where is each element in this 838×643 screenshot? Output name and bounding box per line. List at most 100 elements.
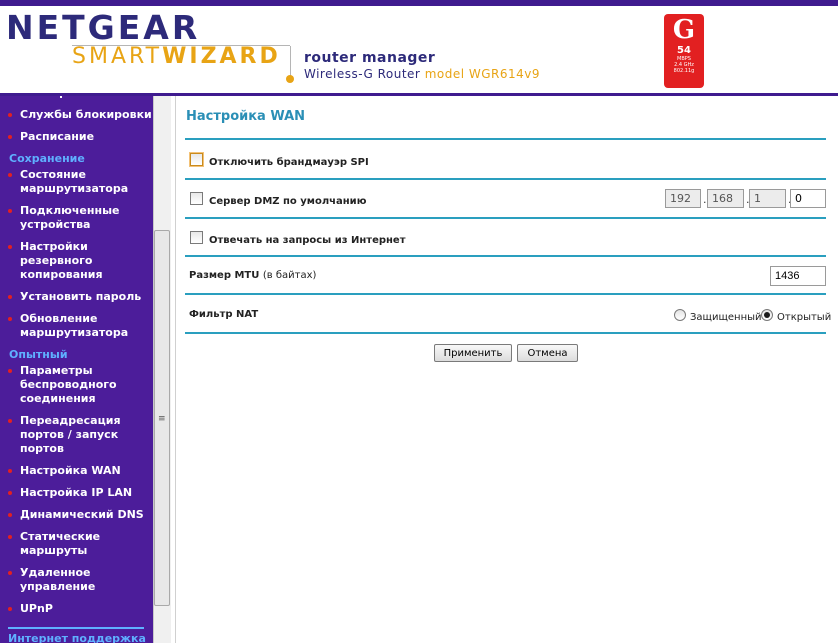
bullet-icon xyxy=(8,317,12,321)
separator xyxy=(185,178,826,180)
sidebar: Блокировка сайтов Службы блокировки Распис… xyxy=(0,96,171,643)
sidebar-item-label: Блокировка сайтов xyxy=(20,96,143,99)
router-model: Wireless-G Router model WGR614v9 xyxy=(304,67,540,81)
bullet-icon xyxy=(8,173,12,177)
bullet-icon xyxy=(8,209,12,213)
bullet-icon xyxy=(8,295,12,299)
sidebar-section: Сохранение xyxy=(0,152,152,166)
mtu-input[interactable] xyxy=(770,266,826,286)
dmz-ip-octet-3[interactable]: 1 xyxy=(749,189,786,208)
sidebar-footer-link[interactable]: Интернет поддержка xyxy=(8,632,146,643)
mtu-label: Размер MTU (в байтах) xyxy=(189,270,316,281)
badge-standard: 802.11g xyxy=(673,68,695,74)
sidebar-item-label: Динамический DNS xyxy=(20,508,144,521)
dmz-ip-octet-4[interactable]: 0 xyxy=(790,189,826,208)
ip-dot: . xyxy=(703,193,707,206)
respond-ping-checkbox[interactable] xyxy=(190,231,203,244)
sidebar-item[interactable]: Состояние маршрутизатора xyxy=(0,168,152,196)
sidebar-item[interactable]: Расписание xyxy=(0,130,152,144)
sidebar-item[interactable]: Удаленное управление xyxy=(0,566,152,594)
sidebar-item[interactable]: Переадресация портов / запуск портов xyxy=(0,414,152,456)
header: NETGEAR SMARTWIZARD router manager Wirel… xyxy=(0,6,838,95)
sidebar-item-label: Параметры беспроводного соединения xyxy=(20,364,117,405)
dmz-checkbox[interactable] xyxy=(190,192,203,205)
sidebar-item[interactable]: Установить пароль xyxy=(0,290,152,304)
sidebar-item-label: UPnP xyxy=(20,602,53,615)
sidebar-item[interactable]: Динамический DNS xyxy=(0,508,152,522)
bullet-icon xyxy=(8,369,12,373)
bullet-icon xyxy=(8,491,12,495)
nat-open-radio[interactable] xyxy=(761,309,773,321)
sidebar-item-label: Удаленное управление xyxy=(20,566,96,593)
main-content: Настройка WAN Отключить брандмауэр SPI С… xyxy=(175,96,838,643)
sidebar-item-label: Опытный xyxy=(9,348,68,361)
logo-divider-vertical xyxy=(290,46,291,78)
bullet-icon xyxy=(8,469,12,473)
sidebar-item-label: Переадресация портов / запуск портов xyxy=(20,414,121,455)
sidebar-item-label: Настройки резервного копирования xyxy=(20,240,103,281)
bullet-icon xyxy=(8,571,12,575)
sidebar-item[interactable]: Обновление маршрутизатора xyxy=(0,312,152,340)
nat-secured-label: Защищенный xyxy=(690,312,762,323)
router-manager-title: router manager xyxy=(304,50,436,66)
nat-filter-label: Фильтр NAT xyxy=(189,309,259,320)
separator xyxy=(185,293,826,295)
model-name: model WGR614v9 xyxy=(424,67,541,81)
smartwizard-logo: SMARTWIZARD xyxy=(72,44,281,69)
sidebar-item[interactable]: Настройка IP LAN xyxy=(0,486,152,500)
logo-smart-text: SMART xyxy=(72,44,163,69)
apply-button[interactable]: Применить xyxy=(434,344,512,362)
sidebar-item[interactable]: Настройки резервного копирования xyxy=(0,240,152,282)
sidebar-item[interactable]: Настройка WAN xyxy=(0,464,152,478)
separator xyxy=(185,255,826,257)
sidebar-item[interactable]: Блокировка сайтов xyxy=(0,96,152,100)
disable-spi-checkbox[interactable] xyxy=(190,153,203,166)
sidebar-item-label: Обновление маршрутизатора xyxy=(20,312,129,339)
sidebar-item-label: Службы блокировки xyxy=(20,108,152,121)
sidebar-item[interactable]: Статические маршруты xyxy=(0,530,152,558)
page-title: Настройка WAN xyxy=(186,109,306,124)
badge-letter: G xyxy=(672,15,696,45)
separator xyxy=(185,217,826,219)
device-name: Wireless-G Router xyxy=(304,67,421,81)
disable-spi-label: Отключить брандмауэр SPI xyxy=(209,157,369,168)
sidebar-item[interactable]: Подключенные устройства xyxy=(0,204,152,232)
bullet-icon xyxy=(8,513,12,517)
dmz-label: Сервер DMZ по умолчанию xyxy=(209,196,367,207)
bullet-icon xyxy=(8,419,12,423)
logo-dot xyxy=(286,75,294,83)
dmz-ip-octet-2[interactable]: 168 xyxy=(707,189,744,208)
badge-speed: 54 xyxy=(677,45,691,56)
bullet-icon xyxy=(8,607,12,611)
sidebar-item-label: Состояние маршрутизатора xyxy=(20,168,129,195)
wireless-g-badge: G 54 MBPS 2.4 GHz 802.11g xyxy=(664,14,704,88)
sidebar-item[interactable]: UPnP xyxy=(0,602,152,616)
sidebar-item[interactable]: Службы блокировки xyxy=(0,108,152,122)
sidebar-item-label: Статические маршруты xyxy=(20,530,101,557)
dmz-ip-octet-1[interactable]: 192 xyxy=(665,189,701,208)
grip-icon: ≡ xyxy=(158,414,166,424)
sidebar-item-label: Расписание xyxy=(20,130,95,143)
bullet-icon xyxy=(8,245,12,249)
cancel-button[interactable]: Отмена xyxy=(517,344,578,362)
logo-wizard-text: WIZARD xyxy=(162,44,281,69)
sidebar-item-label: Настройка IP LAN xyxy=(20,486,133,499)
mtu-label-text: Размер MTU xyxy=(189,270,260,281)
sidebar-item-label: Сохранение xyxy=(9,152,85,165)
bullet-icon xyxy=(8,535,12,539)
sidebar-item-label: Настройка WAN xyxy=(20,464,121,477)
sidebar-footer-divider xyxy=(8,627,144,629)
sidebar-item-label: Подключенные устройства xyxy=(20,204,120,231)
netgear-logo: NETGEAR xyxy=(6,8,201,47)
sidebar-item-label: Установить пароль xyxy=(20,290,142,303)
scrollbar-thumb[interactable]: ≡ xyxy=(154,230,170,606)
nat-open-label: Открытый xyxy=(777,312,832,323)
sidebar-item[interactable]: Параметры беспроводного соединения xyxy=(0,364,152,406)
sidebar-nav: Блокировка сайтов Службы блокировки Распис… xyxy=(0,96,152,624)
separator xyxy=(185,138,826,140)
mtu-unit: (в байтах) xyxy=(262,270,317,281)
bullet-icon xyxy=(8,135,12,139)
respond-ping-label: Отвечать на запросы из Интернет xyxy=(209,235,406,246)
sidebar-section: Опытный xyxy=(0,348,152,362)
nat-secured-radio[interactable] xyxy=(674,309,686,321)
